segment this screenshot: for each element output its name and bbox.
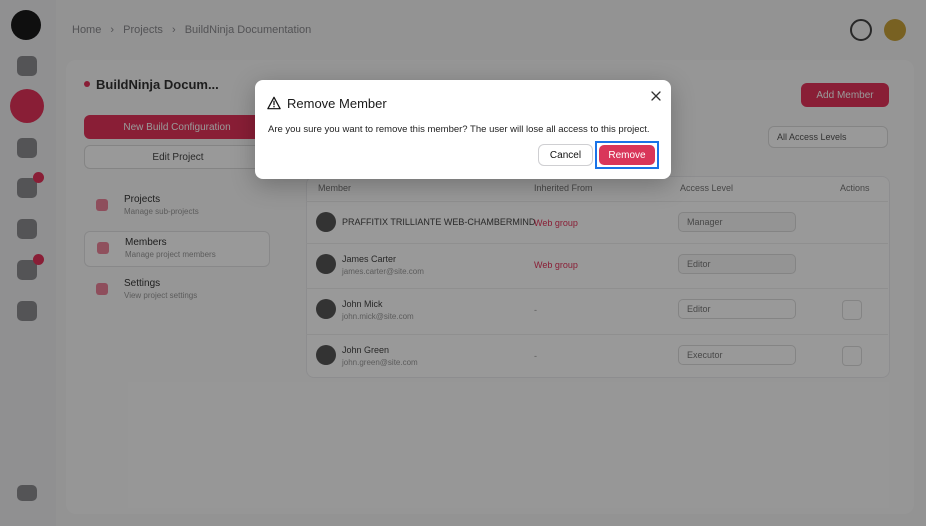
remove-button[interactable]: Remove [599,145,655,165]
modal-overlay[interactable] [0,0,926,526]
close-icon[interactable] [649,89,663,103]
dialog-title: Remove Member [287,96,387,111]
remove-button-focus-ring: Remove [595,141,659,169]
dialog-message: Are you sure you want to remove this mem… [268,124,650,135]
cancel-button[interactable]: Cancel [538,144,593,166]
warning-icon [267,96,281,110]
remove-member-dialog: Remove Member Are you sure you want to r… [255,80,671,179]
